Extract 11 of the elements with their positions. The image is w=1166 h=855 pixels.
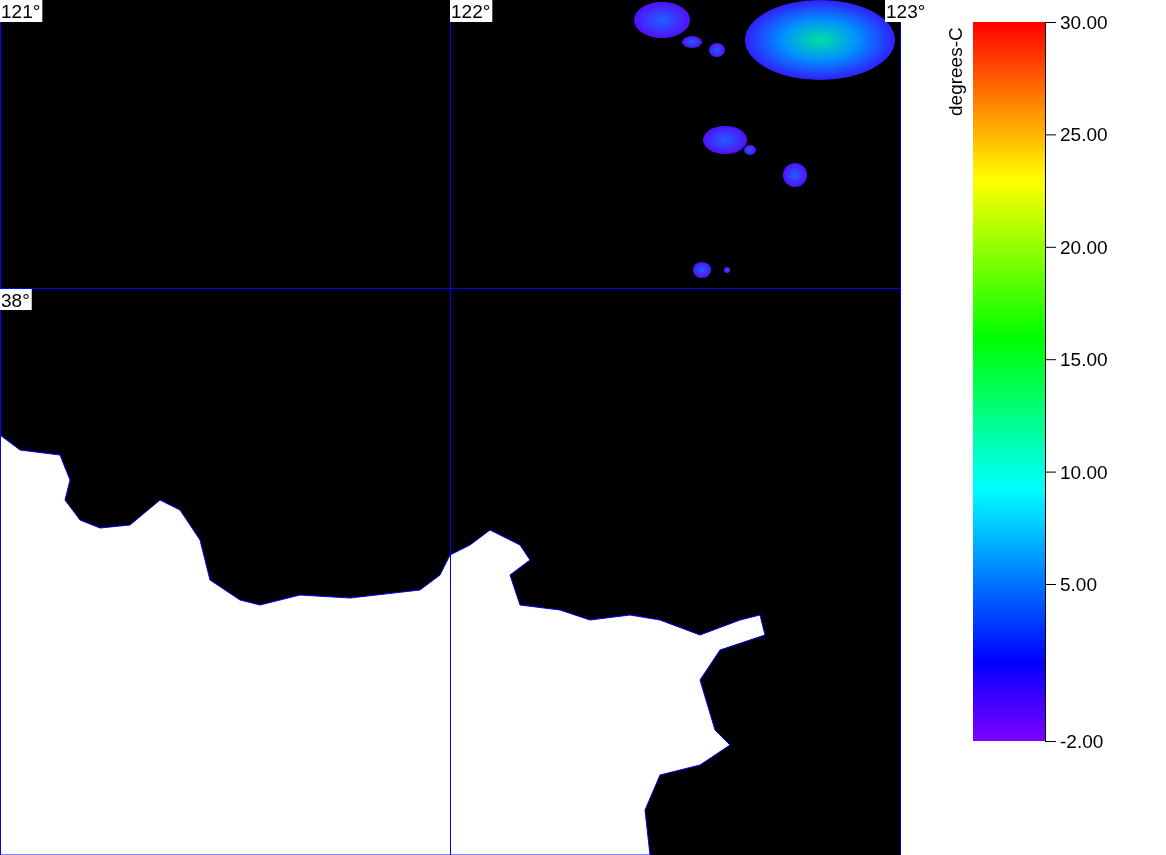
tick-label: 25.00 bbox=[1060, 124, 1108, 146]
colorbar-title: degrees-C bbox=[945, 27, 966, 116]
tick-label: -2.00 bbox=[1060, 731, 1104, 752]
tick-label: 20.00 bbox=[1060, 236, 1108, 258]
tick-label: 15.00 bbox=[1060, 349, 1108, 371]
tick-label: 30.00 bbox=[1060, 12, 1108, 33]
longitude-label: 122° bbox=[450, 0, 493, 22]
tick-label: 10.00 bbox=[1060, 461, 1108, 483]
longitude-label: 121° bbox=[0, 0, 43, 22]
latitude-label: 38° bbox=[0, 289, 32, 311]
tick-label: 5.00 bbox=[1060, 574, 1097, 595]
